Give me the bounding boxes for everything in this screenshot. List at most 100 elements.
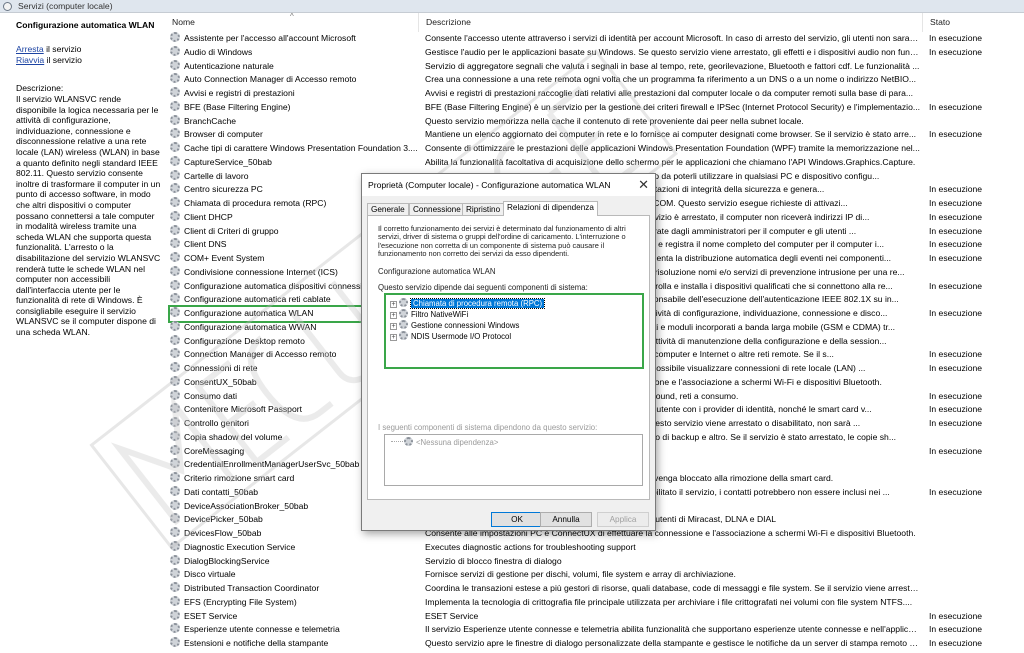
- table-row[interactable]: Cache tipi di carattere Windows Presenta…: [165, 142, 1024, 156]
- service-name: DevicePicker_50bab: [184, 514, 263, 525]
- gear-icon: [170, 527, 180, 537]
- gear-icon: [170, 87, 180, 97]
- apply-button[interactable]: Applica: [597, 512, 649, 527]
- gear-icon: [170, 430, 180, 441]
- service-name: CaptureService_50bab: [184, 156, 272, 167]
- service-name: Configurazione automatica dispositivi co…: [184, 280, 363, 291]
- table-row[interactable]: ESET Service ESET Service In esecuzione: [165, 609, 1024, 624]
- service-description: Il servizio Esperienze utente connesse e…: [425, 624, 921, 635]
- tree-item[interactable]: + Chiamata di procedura remota (RPC): [390, 298, 546, 309]
- table-row[interactable]: BranchCache Questo servizio memorizza nel…: [165, 114, 1024, 129]
- service-name: Auto Connection Manager di Accesso remot…: [184, 74, 357, 85]
- service-state: In esecuzione: [929, 184, 983, 195]
- tree-item[interactable]: + NDIS Usermode I/O Protocol: [390, 331, 511, 342]
- gear-icon: [399, 331, 408, 340]
- service-name: DialogBlockingService: [184, 555, 270, 566]
- service-name: Estensioni e notifiche della stampante: [184, 638, 329, 648]
- service-name-cell: BFE (Base Filtering Engine): [170, 100, 420, 115]
- table-row[interactable]: BFE (Base Filtering Engine) BFE (Base Fil…: [165, 100, 1024, 115]
- description-label: Descrizione:: [16, 83, 64, 93]
- service-name: Client DHCP: [184, 211, 233, 222]
- gear-icon: [170, 472, 180, 482]
- table-row[interactable]: Assistente per l'accesso all'account Mic…: [165, 32, 1024, 46]
- service-name: Diagnostic Execution Service: [184, 541, 296, 552]
- service-state: In esecuzione: [929, 390, 983, 401]
- service-name: Condivisione connessione Internet (ICS): [184, 266, 338, 277]
- service-name: Chiamata di procedura remota (RPC): [184, 198, 327, 208]
- table-row[interactable]: Diagnostic Execution Service Executes dia…: [165, 540, 1024, 555]
- cancel-button[interactable]: Annulla: [540, 512, 592, 527]
- table-row[interactable]: DialogBlockingService Servizio di blocco …: [165, 554, 1024, 569]
- service-description: Consente l'accesso utente attraverso i s…: [425, 33, 921, 43]
- column-header-state[interactable]: Stato: [923, 13, 1024, 32]
- service-state: In esecuzione: [929, 239, 983, 250]
- service-state: In esecuzione: [929, 418, 983, 428]
- tree-item-label: NDIS Usermode I/O Protocol: [411, 332, 512, 341]
- gear-icon: [170, 59, 180, 70]
- gear-icon: [399, 309, 408, 318]
- window-titlebar: Servizi (computer locale): [0, 0, 1024, 13]
- service-description: BFE (Base Filtering Engine) è un servizi…: [425, 101, 921, 112]
- table-row[interactable]: Auto Connection Manager di Accesso remot…: [165, 73, 1024, 87]
- restart-service-link[interactable]: Riavvia: [16, 55, 44, 65]
- expand-icon[interactable]: +: [390, 323, 397, 330]
- gear-icon: [170, 293, 180, 304]
- service-state: In esecuzione: [929, 308, 983, 318]
- service-name-cell: Audio di Windows: [170, 45, 420, 60]
- gear-icon: [170, 609, 180, 620]
- gear-icon: [170, 499, 180, 510]
- table-row[interactable]: Estensioni e notifiche della stampante Qu…: [165, 637, 1024, 651]
- service-description: Crea una connessione a una rete remota o…: [425, 74, 917, 85]
- expand-icon[interactable]: +: [390, 312, 397, 319]
- gear-icon: [170, 279, 180, 290]
- ok-button[interactable]: OK: [491, 512, 543, 527]
- table-row[interactable]: EFS (Encrypting File System) Implementa l…: [165, 595, 1024, 610]
- table-row[interactable]: CaptureService_50bab Abilita la funzional…: [165, 155, 1024, 170]
- service-name: EFS (Encrypting File System): [184, 596, 297, 607]
- column-header-description[interactable]: Descrizione: [419, 13, 923, 32]
- expand-icon[interactable]: +: [390, 334, 397, 341]
- gear-icon: [170, 238, 180, 249]
- column-header-name[interactable]: ^ Nome: [165, 12, 419, 32]
- stop-service-link[interactable]: Arresta: [16, 44, 44, 54]
- depends-on-tree[interactable]: + Chiamata di procedura remota (RPC) + Fil…: [384, 293, 644, 369]
- tree-item[interactable]: + Gestione connessioni Windows: [390, 320, 519, 331]
- service-state: In esecuzione: [929, 33, 983, 43]
- properties-dialog: Proprietà (Computer locale) - Configuraz…: [361, 173, 656, 531]
- service-name: Contenitore Microsoft Passport: [184, 404, 302, 415]
- table-row[interactable]: Audio di Windows Gestisce l'audio per le …: [165, 45, 1024, 60]
- service-name: Cache tipi di carattere Windows Presenta…: [184, 143, 418, 153]
- service-description: Implementa la tecnologia di crittografia…: [425, 596, 913, 607]
- table-row[interactable]: Distributed Transaction Coordinator Coord…: [165, 582, 1024, 596]
- table-row[interactable]: Avvisi e registri di prestazioni Avvisi e…: [165, 87, 1024, 101]
- service-name: Browser di computer: [184, 129, 263, 140]
- gear-icon: [170, 417, 180, 427]
- service-state: In esecuzione: [929, 404, 983, 415]
- service-name: Cartelle di lavoro: [184, 170, 249, 181]
- table-row[interactable]: Esperienze utente connesse e telemetria I…: [165, 623, 1024, 637]
- table-row[interactable]: Browser di computer Mantiene un elenco ag…: [165, 128, 1024, 142]
- tab-dependencies[interactable]: Relazioni di dipendenza: [503, 201, 598, 216]
- tree-item[interactable]: + Filtro NativeWiFi: [390, 309, 468, 320]
- service-name-cell: Autenticazione naturale: [170, 59, 420, 74]
- gear-icon: [170, 362, 180, 372]
- dialog-titlebar[interactable]: Proprietà (Computer locale) - Configuraz…: [362, 174, 655, 196]
- service-name-cell: CaptureService_50bab: [170, 155, 420, 170]
- gear-icon: [170, 320, 180, 331]
- dependents-tree[interactable]: <Nessuna dipendenza>: [384, 434, 643, 486]
- table-row[interactable]: Disco virtuale Fornisce servizi di gestio…: [165, 568, 1024, 582]
- close-icon[interactable]: ✕: [638, 177, 649, 193]
- service-description: Questo servizio apre le finestre di dial…: [425, 638, 921, 648]
- service-description: Gestisce l'audio per le applicazioni bas…: [425, 46, 921, 57]
- service-state: In esecuzione: [929, 280, 983, 291]
- gear-icon: [170, 32, 180, 42]
- service-name: ConsentUX_50bab: [184, 376, 257, 387]
- gear-icon: [170, 582, 180, 592]
- table-row[interactable]: Autenticazione naturale Servizio di aggre…: [165, 59, 1024, 74]
- service-name-cell: Auto Connection Manager di Accesso remot…: [170, 73, 420, 87]
- service-name: DevicesFlow_50bab: [184, 528, 262, 538]
- service-description: Executes diagnostic actions for troubles…: [425, 541, 636, 552]
- service-name-cell: EFS (Encrypting File System): [170, 595, 420, 610]
- service-name-cell: ESET Service: [170, 609, 420, 624]
- expand-icon[interactable]: +: [390, 301, 397, 308]
